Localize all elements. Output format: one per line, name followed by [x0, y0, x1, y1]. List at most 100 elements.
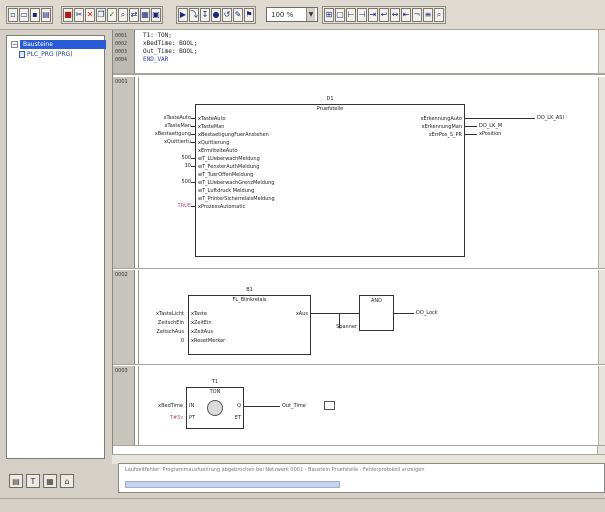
negate-icon[interactable]: ¬	[412, 8, 422, 22]
step-over-icon[interactable]: ⤵	[189, 8, 199, 22]
tree-child-label: PLC_PRG (PRG)	[27, 50, 73, 58]
network-scrollbar[interactable]	[598, 366, 605, 445]
write-values-icon[interactable]: ✎	[233, 8, 243, 22]
input-variable[interactable]: xQuittiertu	[164, 139, 191, 145]
network-gutter: 0003	[113, 366, 135, 445]
fb-input-pin: xQuittierung	[198, 140, 230, 146]
input-variable[interactable]: T#5s	[170, 415, 183, 421]
decl-line: END_VAR	[143, 56, 169, 63]
insert-box-icon[interactable]: ▢	[335, 8, 345, 22]
fb-input-pin: xTaste	[191, 311, 207, 317]
tab-pous[interactable]: ▤	[9, 474, 23, 488]
new-icon[interactable]: ▫	[8, 8, 18, 22]
declaration-scrollbar[interactable]	[598, 30, 605, 73]
fb-output-pin: ET	[234, 415, 241, 421]
network-1[interactable]: 0001 D1 Pruefstelle xTasteAuto xTasteMan…	[113, 77, 605, 269]
toolbar-group-edit: ■ ✂ ✕ ❐ ✓ ⌕ ⇄ ▦ ▣	[61, 6, 163, 24]
step-in-icon[interactable]: ↧	[200, 8, 210, 22]
input-variable[interactable]: xTasteMan	[165, 123, 191, 129]
insert-jump-icon[interactable]: ⇥	[368, 8, 378, 22]
fb-input-pin: xProzessAutomatic	[198, 204, 246, 210]
tree-item-plc-prg[interactable]: PLC_PRG (PRG)	[19, 50, 73, 58]
output-value-box[interactable]	[324, 401, 335, 410]
tab-resources[interactable]: ⌂	[60, 474, 74, 488]
declaration-section[interactable]: 0001 0002 0003 0004 T1: TON; xBedTime: B…	[113, 30, 605, 75]
find-icon[interactable]: ⌕	[118, 8, 128, 22]
breakpoint-icon[interactable]: ●	[211, 8, 221, 22]
output-variable[interactable]: Out_Time	[282, 403, 306, 409]
function-block-pruefstelle[interactable]: D1 Pruefstelle xTasteAuto xTasteMan xBes…	[195, 96, 465, 257]
chevron-down-icon[interactable]: ▼	[306, 8, 315, 21]
tree-root-label: Bausteine	[20, 40, 106, 49]
output-variable[interactable]: xPosition	[479, 131, 501, 137]
insert-input-icon[interactable]: ⊢	[346, 8, 356, 22]
toolbar: ▫ ▭ ▪ ▤ ■ ✂ ✕ ❐ ✓ ⌕ ⇄ ▦ ▣ ▶ ⤵ ↧ ● ↺ ✎ ⚑ …	[0, 0, 605, 30]
fb-input-pin: xResetMerker	[191, 338, 226, 344]
fb-instance-name: D1	[326, 96, 334, 102]
run-icon[interactable]: ▶	[178, 8, 188, 22]
input-variable[interactable]: xTasteAuto	[164, 115, 192, 121]
fb-input-pin: xErmittelteAuto	[198, 148, 238, 154]
zoom-icon[interactable]: ⌕	[434, 8, 444, 22]
zoom-select[interactable]: 100 % ▼	[266, 7, 318, 22]
save-icon[interactable]: ▪	[30, 8, 40, 22]
reset-icon[interactable]: ↺	[222, 8, 232, 22]
fb-type-name: Pruefstelle	[316, 106, 344, 112]
input-variable[interactable]: 500	[181, 155, 191, 161]
insert-label-icon[interactable]: ⇤	[401, 8, 411, 22]
input-variable[interactable]: xBestaetigung	[155, 131, 191, 137]
force-values-icon[interactable]: ⚑	[244, 8, 254, 22]
declaration-text[interactable]: T1: TON; xBedTime: BOOL; Out_Time: BOOL;…	[143, 32, 197, 64]
and-block[interactable]: AND	[359, 295, 394, 331]
editor-scrollbar[interactable]	[597, 446, 605, 454]
input-variable[interactable]: xBedTime	[158, 403, 183, 409]
output-variable[interactable]: DO_LK_ASI	[537, 115, 564, 121]
network-scrollbar[interactable]	[598, 77, 605, 268]
fb-instance-name: T1	[211, 379, 219, 385]
output-variable[interactable]: DO_LK_M	[479, 123, 502, 129]
timer-block-ton[interactable]: T1 TON IN PT Q ET	[186, 379, 244, 429]
input-variable[interactable]: xTasteLicht	[156, 311, 184, 317]
stop-icon[interactable]: ■	[63, 8, 73, 22]
network-3[interactable]: 0003 T1 TON IN PT Q ET xBedTime T#5s Out…	[113, 366, 605, 446]
wire	[191, 158, 196, 159]
open-icon[interactable]: ▭	[19, 8, 29, 22]
input-variable[interactable]: 0	[181, 338, 184, 344]
tab-visualizations[interactable]: ▦	[43, 474, 57, 488]
function-block-blinkrelais[interactable]: B1 FL_Blinkrelais xTaste xZeitEin xZeitA…	[188, 287, 311, 355]
input-variable[interactable]: 500	[181, 179, 191, 185]
message-scroll-thumb[interactable]	[125, 481, 340, 488]
collapse-icon[interactable]: −	[11, 41, 18, 48]
connector-label[interactable]: Spanner	[336, 324, 357, 330]
output-variable[interactable]: DO_Lock	[416, 310, 438, 316]
compile-icon[interactable]: ▦	[140, 8, 150, 22]
copy-icon[interactable]: ❐	[96, 8, 106, 22]
input-variable[interactable]: ZeitschAus	[156, 329, 184, 335]
fb-input-pin: PT	[189, 415, 196, 421]
fb-type-name: FL_Blinkrelais	[232, 297, 267, 303]
message-window[interactable]: Laufzeitfehler: Programmausfuehrung abge…	[118, 463, 605, 493]
input-variable[interactable]: ZeitschEin	[158, 320, 184, 326]
check-icon[interactable]: ✓	[107, 8, 117, 22]
set-reset-icon[interactable]: ≡	[423, 8, 433, 22]
wire	[465, 126, 477, 127]
tree-item-root[interactable]: − Bausteine	[11, 40, 106, 49]
login-icon[interactable]: ▣	[151, 8, 161, 22]
fb-input-pin: xBestaetigungFuerAnstehen	[198, 132, 269, 138]
fb-input-pin: xTasteMan	[198, 124, 225, 130]
network-2[interactable]: 0002 B1 FL_Blinkrelais xTaste xZeitEin x…	[113, 270, 605, 365]
fb-input-pin: wT_Luftdruck Meldung	[198, 188, 255, 194]
print-icon[interactable]: ▤	[41, 8, 51, 22]
cut-icon[interactable]: ✂	[74, 8, 84, 22]
tab-data-types[interactable]: T	[26, 474, 40, 488]
insert-comment-icon[interactable]: ↔	[390, 8, 400, 22]
input-variable[interactable]: TRUE	[178, 203, 191, 209]
fbd-editor[interactable]: 0001 0002 0003 0004 T1: TON; xBedTime: B…	[112, 30, 605, 454]
wire	[191, 206, 196, 207]
network-scrollbar[interactable]	[598, 270, 605, 364]
replace-icon[interactable]: ⇄	[129, 8, 139, 22]
insert-output-icon[interactable]: ⊣	[357, 8, 367, 22]
delete-icon[interactable]: ✕	[85, 8, 95, 22]
insert-return-icon[interactable]: ↩	[379, 8, 389, 22]
insert-network-icon[interactable]: ⊞	[324, 8, 334, 22]
